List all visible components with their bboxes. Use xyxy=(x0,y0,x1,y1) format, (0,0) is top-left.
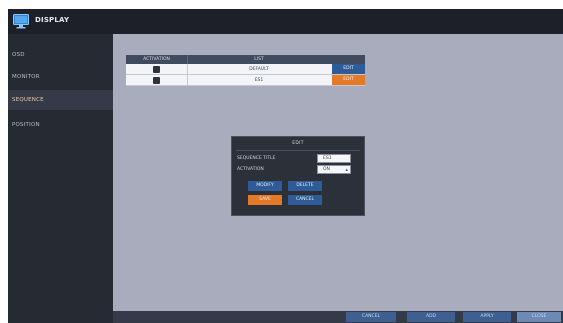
delete-button[interactable]: DELETE xyxy=(288,181,322,191)
activation-checkbox[interactable] xyxy=(153,77,160,84)
table-row: ES1 EDIT xyxy=(126,75,365,86)
footer-cancel-button[interactable]: CANCEL xyxy=(346,312,396,322)
edit-button[interactable]: EDIT xyxy=(332,75,365,85)
sidebar-item-position[interactable]: POSITION xyxy=(8,115,113,135)
edit-button[interactable]: EDIT xyxy=(332,64,365,74)
page-title: DISPLAY xyxy=(35,16,70,24)
save-button[interactable]: SAVE xyxy=(248,195,282,205)
dialog-divider xyxy=(236,150,360,151)
sidebar-item-label: OSD xyxy=(12,52,25,58)
activation-value: ON xyxy=(323,167,330,172)
sidebar-item-monitor[interactable]: MONITOR xyxy=(8,67,113,87)
footer-close-button[interactable]: CLOSE xyxy=(517,312,561,322)
content-panel: ACTIVATION LIST DEFAULT EDIT ES1 EDIT ED… xyxy=(113,34,563,311)
table-header: ACTIVATION LIST xyxy=(126,55,365,64)
sidebar: OSD MONITOR SEQUENCE POSITION xyxy=(8,34,113,323)
sequence-table: ACTIVATION LIST DEFAULT EDIT ES1 EDIT xyxy=(126,55,365,86)
monitor-icon xyxy=(13,14,29,29)
footer-add-button[interactable]: ADD xyxy=(407,312,455,322)
sequence-title-value: ES1 xyxy=(323,156,332,161)
title-bar: DISPLAY xyxy=(8,9,563,34)
sidebar-item-label: MONITOR xyxy=(12,74,40,80)
activation-label: ACTIVATION xyxy=(237,167,264,172)
edit-dialog: EDIT SEQUENCE TITLE ES1 ACTIVATION ON ▴ M… xyxy=(231,136,365,216)
dialog-title: EDIT xyxy=(292,141,304,146)
sidebar-item-label: SEQUENCE xyxy=(12,97,44,103)
app-window: DISPLAY OSD MONITOR SEQUENCE POSITION AC… xyxy=(8,9,563,323)
activation-select[interactable]: ON ▴ xyxy=(317,165,351,174)
sidebar-item-osd[interactable]: OSD xyxy=(8,45,113,65)
modify-button[interactable]: MODIFY xyxy=(248,181,282,191)
spinner-icon: ▴ xyxy=(345,167,348,173)
activation-checkbox[interactable] xyxy=(153,66,160,73)
column-header-list: LIST xyxy=(254,57,264,62)
sidebar-item-sequence[interactable]: SEQUENCE xyxy=(8,90,113,110)
activation-cell xyxy=(126,75,188,86)
footer-bar: CANCEL ADD APPLY CLOSE xyxy=(113,311,563,323)
footer-apply-button[interactable]: APPLY xyxy=(463,312,511,322)
table-row: DEFAULT EDIT xyxy=(126,64,365,75)
sequence-title-input[interactable]: ES1 xyxy=(317,154,351,163)
list-cell: DEFAULT xyxy=(249,67,269,72)
cancel-button[interactable]: CANCEL xyxy=(288,195,322,205)
column-header-activation: ACTIVATION xyxy=(126,55,188,64)
sidebar-item-label: POSITION xyxy=(12,122,40,128)
activation-cell xyxy=(126,64,188,75)
list-cell: ES1 xyxy=(254,78,264,83)
sequence-title-label: SEQUENCE TITLE xyxy=(237,156,276,161)
